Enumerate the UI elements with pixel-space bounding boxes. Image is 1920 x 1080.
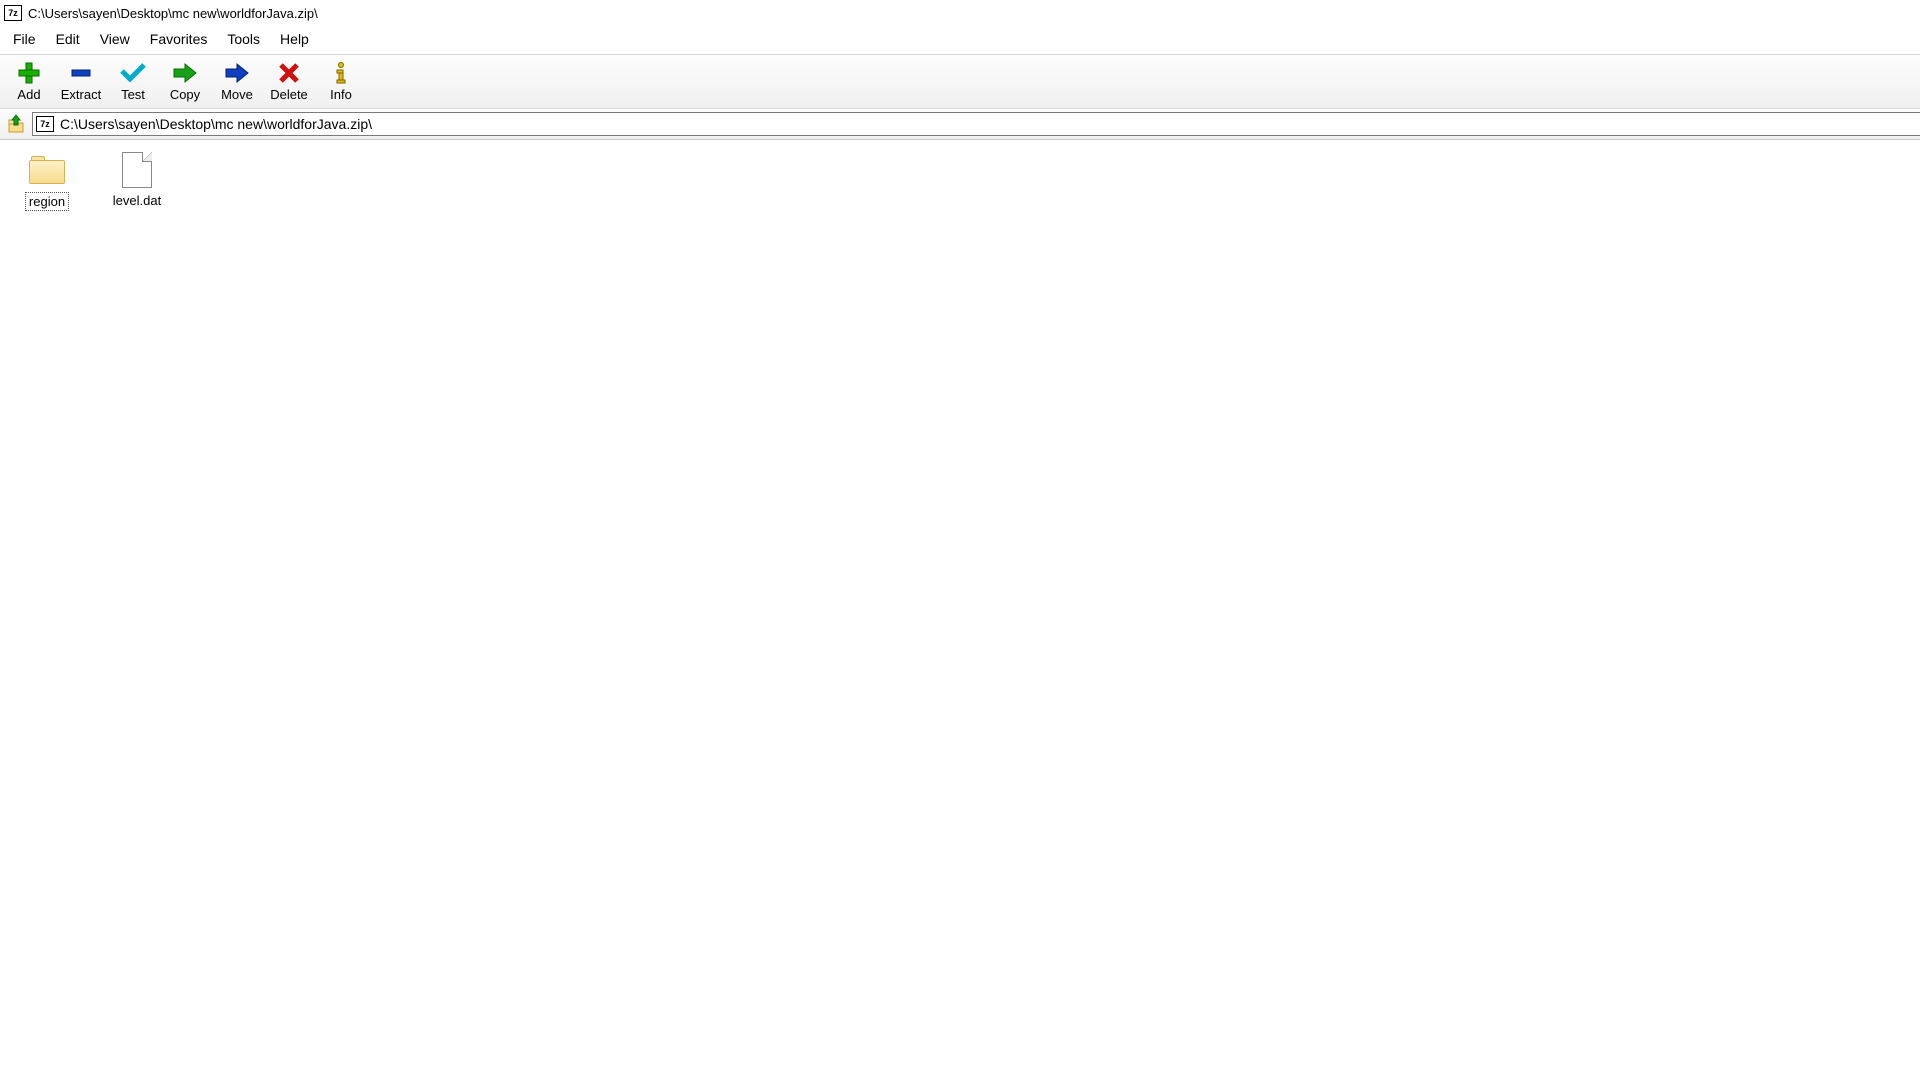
- check-icon: [119, 61, 147, 85]
- copy-button[interactable]: Copy: [160, 59, 210, 106]
- info-icon: [327, 61, 355, 85]
- up-folder-icon: [6, 114, 26, 134]
- menu-file[interactable]: File: [4, 28, 45, 50]
- add-label: Add: [17, 87, 40, 102]
- plus-icon: [15, 61, 43, 85]
- file-label: level.dat: [110, 192, 164, 209]
- add-button[interactable]: Add: [4, 59, 54, 106]
- extract-button[interactable]: Extract: [56, 59, 106, 106]
- toolbar: Add Extract Test Copy: [0, 55, 1920, 109]
- folder-icon: [23, 150, 71, 190]
- list-item[interactable]: level.dat: [92, 146, 182, 215]
- file-icon: [113, 150, 161, 190]
- move-label: Move: [221, 87, 253, 102]
- x-red-icon: [275, 61, 303, 85]
- menu-help[interactable]: Help: [271, 28, 318, 50]
- address-box: 7z: [32, 112, 1920, 136]
- list-item[interactable]: region: [2, 146, 92, 215]
- menubar: File Edit View Favorites Tools Help: [0, 26, 1920, 55]
- delete-label: Delete: [270, 87, 308, 102]
- delete-button[interactable]: Delete: [264, 59, 314, 106]
- test-button[interactable]: Test: [108, 59, 158, 106]
- archive-icon: 7z: [36, 116, 54, 132]
- addressbar-row: 7z: [0, 109, 1920, 140]
- file-list[interactable]: region level.dat: [0, 140, 1920, 1080]
- test-label: Test: [121, 87, 145, 102]
- menu-view[interactable]: View: [91, 28, 139, 50]
- app-icon: 7z: [4, 5, 22, 21]
- copy-label: Copy: [170, 87, 200, 102]
- menu-tools[interactable]: Tools: [218, 28, 269, 50]
- arrow-right-blue-icon: [223, 61, 251, 85]
- window-title: C:\Users\sayen\Desktop\mc new\worldforJa…: [28, 6, 318, 21]
- menu-favorites[interactable]: Favorites: [141, 28, 217, 50]
- extract-label: Extract: [61, 87, 101, 102]
- address-input[interactable]: [60, 116, 1920, 132]
- info-button[interactable]: Info: [316, 59, 366, 106]
- up-button[interactable]: [4, 112, 28, 136]
- minus-icon: [67, 61, 95, 85]
- info-label: Info: [330, 87, 352, 102]
- titlebar: 7z C:\Users\sayen\Desktop\mc new\worldfo…: [0, 0, 1920, 26]
- move-button[interactable]: Move: [212, 59, 262, 106]
- arrow-right-green-icon: [171, 61, 199, 85]
- menu-edit[interactable]: Edit: [47, 28, 89, 50]
- file-label: region: [25, 192, 69, 211]
